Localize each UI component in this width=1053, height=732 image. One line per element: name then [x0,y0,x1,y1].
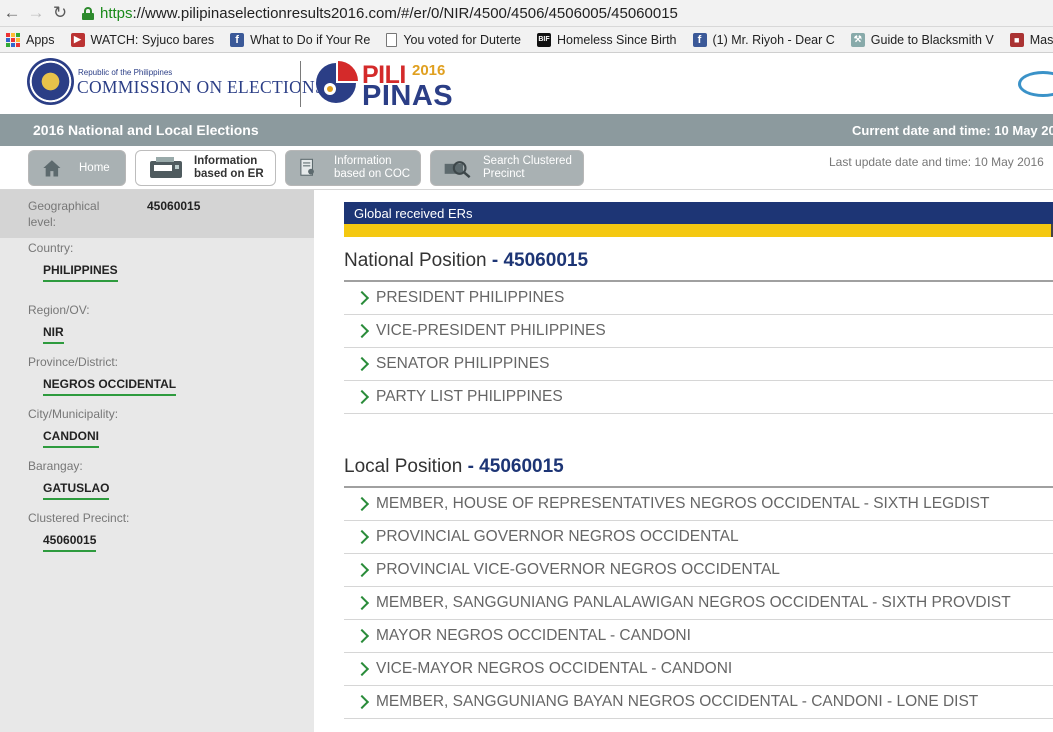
chevron-right-icon [354,661,370,677]
reload-icon[interactable]: ↻ [48,1,72,25]
national-position-item[interactable]: SENATOR PHILIPPINES [344,348,1053,381]
chevron-right-icon [354,389,370,405]
barangay-label: Barangay: [28,459,83,473]
city-link[interactable]: CANDONI [43,429,99,448]
chevron-right-icon [354,595,370,611]
geographical-level-row: Geographical level: 45060015 [0,190,314,238]
coc-document-icon [300,158,314,176]
forward-arrow-icon[interactable]: → [24,1,48,25]
bookmarks-bar: Apps ▶ WATCH: Syjuco bares f What to Do … [0,27,1053,53]
tab-coc-line2: based on COC [334,168,411,180]
region-link[interactable]: NIR [43,325,64,344]
logo-year-text: 2016 [412,62,446,79]
barangay-link[interactable]: GATUSLAO [43,481,110,500]
republic-text: Republic of the Philippines [78,68,173,77]
country-link[interactable]: PHILIPPINES [43,263,118,282]
bookmark-item[interactable]: You voted for Duterte [386,32,521,47]
youtube-icon: ▶ [70,32,85,47]
geo-sidebar: Geographical level: 45060015 Country: PH… [0,190,314,732]
local-position-item[interactable]: MEMBER, SANGGUNIANG BAYAN NEGROS OCCIDEN… [344,686,1053,719]
url-field[interactable]: https://www.pilipinaselectionresults2016… [82,2,678,24]
chevron-right-icon [354,323,370,339]
tab-information-er[interactable]: Information based on ER [135,150,276,186]
home-icon [43,160,61,177]
local-position-item[interactable]: MEMBER, SANGGUNIANG PANLALAWIGAN NEGROS … [344,587,1053,620]
bookmark-item[interactable]: ▶ WATCH: Syjuco bares [70,32,214,47]
tab-search-line1: Search Clustered [483,155,572,167]
chevron-right-icon [354,628,370,644]
comelec-seal-icon[interactable] [27,58,74,105]
geographical-level-label: Geographical level: [28,199,100,229]
local-position-item[interactable]: PROVINCIAL VICE-GOVERNOR NEGROS OCCIDENT… [344,554,1053,587]
national-position-title: National Position - 45060015 [344,250,589,271]
chevron-right-icon [354,356,370,372]
local-position-title: Local Position - 45060015 [344,456,564,477]
chevron-right-icon [354,290,370,306]
tab-er-line2: based on ER [194,168,264,180]
global-received-ers-bar: Global received ERs [344,202,1053,224]
tab-home[interactable]: Home [28,150,126,186]
local-position-item[interactable]: VICE-MAYOR NEGROS OCCIDENTAL - CANDONI [344,653,1053,686]
national-position-item[interactable]: VICE-PRESIDENT PHILIPPINES [344,315,1053,348]
last-update-datetime: Last update date and time: 10 May 2016 [829,155,1044,169]
url-path: ://www.pilipinaselectionresults2016.com/… [132,4,678,22]
national-position-code: - 45060015 [491,250,589,271]
local-position-item[interactable]: MAYOR NEGROS OCCIDENTAL - CANDONI [344,620,1053,653]
blacksmith-icon: ⚒ [850,32,865,47]
bookmark-apps[interactable]: Apps [6,32,55,47]
local-position-item[interactable]: PROVINCIAL GOVERNOR NEGROS OCCIDENTAL [344,521,1053,554]
logo-pinas-text: PINAS [362,80,454,112]
tab-search-precinct[interactable]: Search Clustered Precinct [430,150,584,186]
lock-icon [82,6,94,20]
facebook-icon: f [692,32,707,47]
chevron-right-icon [354,694,370,710]
bookmark-item[interactable]: ⚒ Guide to Blacksmith V [850,32,994,47]
tab-er-line1: Information [194,155,258,167]
local-position-item[interactable]: MEMBER, HOUSE OF REPRESENTATIVES NEGROS … [344,488,1053,521]
tab-coc-line1: Information [334,155,392,167]
chevron-right-icon [354,562,370,578]
election-title: 2016 National and Local Elections [33,122,259,138]
current-datetime: Current date and time: 10 May 20 [852,122,1053,138]
country-label: Country: [28,241,74,255]
site-header: Republic of the Philippines COMMISSION O… [0,53,1053,114]
region-label: Region/OV: [28,303,90,317]
back-arrow-icon[interactable]: ← [0,1,24,25]
bookmark-item[interactable]: BIF Homeless Since Birth [537,32,677,47]
bookmark-item[interactable]: ■ Master Acco [1009,32,1053,47]
browser-address-bar: ← → ↻ https://www.pilipinaselectionresul… [0,0,1053,27]
url-scheme: https [100,4,133,22]
progress-bar [344,224,1053,237]
search-precinct-icon [444,161,471,179]
precinct-link[interactable]: 45060015 [43,533,97,552]
province-label: Province/District: [28,355,119,369]
province-link[interactable]: NEGROS OCCIDENTAL [43,377,177,396]
tab-bar: Home Information based on ER Information… [0,146,1053,190]
tab-search-line2: Precinct [483,168,525,180]
tab-information-coc[interactable]: Information based on COC [285,150,421,186]
national-position-item[interactable]: PRESIDENT PHILIPPINES [344,282,1053,315]
partner-logo-icon [1018,71,1053,97]
header-divider [300,61,301,107]
master-icon: ■ [1009,32,1024,47]
apps-grid-icon [6,32,20,47]
national-position-item[interactable]: PARTY LIST PHILIPPINES [344,381,1053,414]
election-bar: 2016 National and Local Elections Curren… [0,114,1053,146]
geographical-level-value: 45060015 [147,199,201,213]
chevron-right-icon [354,496,370,512]
local-position-code: - 45060015 [467,456,564,477]
document-icon [386,32,398,47]
chevron-right-icon [354,529,370,545]
commission-text[interactable]: COMMISSION ON ELECTIONS [77,77,325,98]
city-label: City/Municipality: [28,407,119,421]
bookmark-item[interactable]: f What to Do if Your Re [230,32,370,47]
bif-icon: BIF [537,32,552,47]
facebook-icon: f [230,32,245,47]
er-machine-icon [150,157,182,178]
bookmark-item[interactable]: f (1) Mr. Riyoh - Dear C [692,32,835,47]
precinct-label: Clustered Precinct: [28,511,130,525]
pilipinas-logo-icon[interactable] [312,59,360,105]
main-content: Global received ERs National Position - … [314,190,1053,732]
